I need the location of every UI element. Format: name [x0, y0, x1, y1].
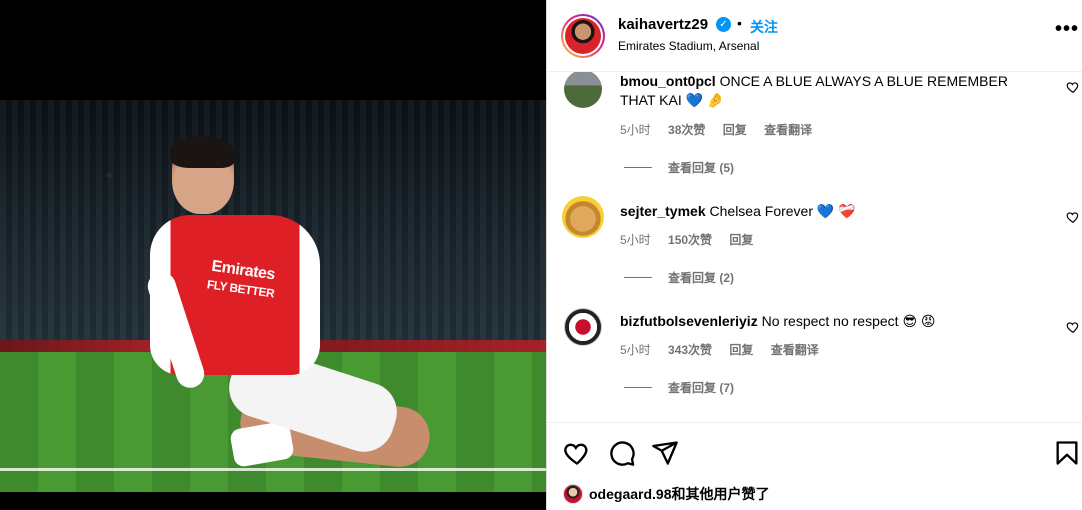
- post-header: kaihavertz29 ✓ • 关注 Emirates Stadium, Ar…: [547, 0, 1082, 72]
- translate-button[interactable]: 查看翻译: [771, 343, 819, 357]
- comment-text: bmou_ont0pcl ONCE A BLUE ALWAYS A BLUE R…: [620, 72, 1030, 110]
- player-hair: [170, 136, 234, 168]
- view-replies-label: 查看回复 (2): [668, 271, 735, 285]
- liker-username[interactable]: odegaard.98: [589, 486, 671, 502]
- view-replies-button[interactable]: 查看回复 (2): [624, 269, 734, 286]
- replies-dash: [624, 167, 652, 168]
- comment-likes[interactable]: 38次赞: [668, 123, 705, 137]
- commenter-avatar[interactable]: [564, 72, 602, 108]
- bookmark-icon[interactable]: [1053, 439, 1081, 467]
- commenter-username[interactable]: bmou_ont0pcl: [620, 73, 716, 89]
- pitch-line: [0, 468, 546, 471]
- comment-likes[interactable]: 343次赞: [668, 343, 712, 357]
- author-avatar[interactable]: [561, 14, 605, 58]
- comment-content: No respect no respect 😎 😡: [761, 313, 936, 329]
- comment-reply-button[interactable]: 回复: [729, 343, 753, 357]
- comment-reply-button[interactable]: 回复: [729, 233, 753, 247]
- comment-time: 5小时: [620, 123, 651, 137]
- comment-icon[interactable]: [608, 439, 636, 467]
- likes-others[interactable]: 其他用户: [685, 484, 741, 504]
- comment-meta: 5小时 150次赞 回复: [620, 231, 767, 248]
- comment-text: sejter_tymek Chelsea Forever 💙 ❤️‍🩹: [620, 202, 1030, 221]
- likes-connector: 和: [671, 486, 686, 502]
- comment-likes[interactable]: 150次赞: [668, 233, 712, 247]
- post-location[interactable]: Emirates Stadium, Arsenal: [618, 39, 759, 53]
- post-media[interactable]: Emirates FLY BETTER: [0, 0, 546, 510]
- replies-dash: [624, 277, 652, 278]
- commenter-username[interactable]: sejter_tymek: [620, 203, 706, 219]
- likes-tail: 赞了: [741, 486, 770, 502]
- follow-button[interactable]: 关注: [750, 17, 778, 37]
- commenter-avatar[interactable]: [564, 198, 602, 236]
- view-replies-label: 查看回复 (7): [668, 381, 735, 395]
- view-replies-button[interactable]: 查看回复 (5): [624, 159, 734, 176]
- instagram-post-modal: Emirates FLY BETTER kaihavertz29 ✓ • 关注 …: [0, 0, 1082, 510]
- translate-button[interactable]: 查看翻译: [764, 123, 812, 137]
- verified-badge-icon: ✓: [716, 17, 731, 32]
- replies-dash: [624, 387, 652, 388]
- post-photo: Emirates FLY BETTER: [0, 100, 546, 492]
- more-options-icon[interactable]: •••: [1055, 18, 1079, 41]
- comment-time: 5小时: [620, 233, 651, 247]
- comment-time: 5小时: [620, 343, 651, 357]
- view-replies-label: 查看回复 (5): [668, 161, 735, 175]
- likes-summary: odegaard.98 和 其他用户 赞了: [563, 484, 769, 504]
- comment-meta: 5小时 343次赞 回复 查看翻译: [620, 341, 833, 358]
- post-side-panel: kaihavertz29 ✓ • 关注 Emirates Stadium, Ar…: [546, 0, 1082, 510]
- comment-like-icon[interactable]: [1066, 210, 1080, 224]
- comment-text: bizfutbolsevenleriyiz No respect no resp…: [620, 312, 1030, 331]
- commenter-username[interactable]: bizfutbolsevenleriyiz: [620, 313, 758, 329]
- comments-list[interactable]: bmou_ont0pcl ONCE A BLUE ALWAYS A BLUE R…: [547, 72, 1082, 422]
- commenter-avatar[interactable]: [564, 308, 602, 346]
- post-actions-bar: [547, 422, 1082, 482]
- comment-meta: 5小时 38次赞 回复 查看翻译: [620, 121, 826, 138]
- share-icon[interactable]: [651, 439, 679, 467]
- view-replies-button[interactable]: 查看回复 (7): [624, 379, 734, 396]
- comment-like-icon[interactable]: [1066, 320, 1080, 334]
- comment-like-icon[interactable]: [1066, 80, 1080, 94]
- comment-content: Chelsea Forever 💙 ❤️‍🩹: [709, 203, 856, 219]
- liker-avatar[interactable]: [563, 484, 583, 504]
- comment-reply-button[interactable]: 回复: [723, 123, 747, 137]
- separator-dot: •: [737, 15, 742, 31]
- heart-icon[interactable]: [563, 439, 591, 467]
- author-username[interactable]: kaihavertz29: [618, 16, 708, 33]
